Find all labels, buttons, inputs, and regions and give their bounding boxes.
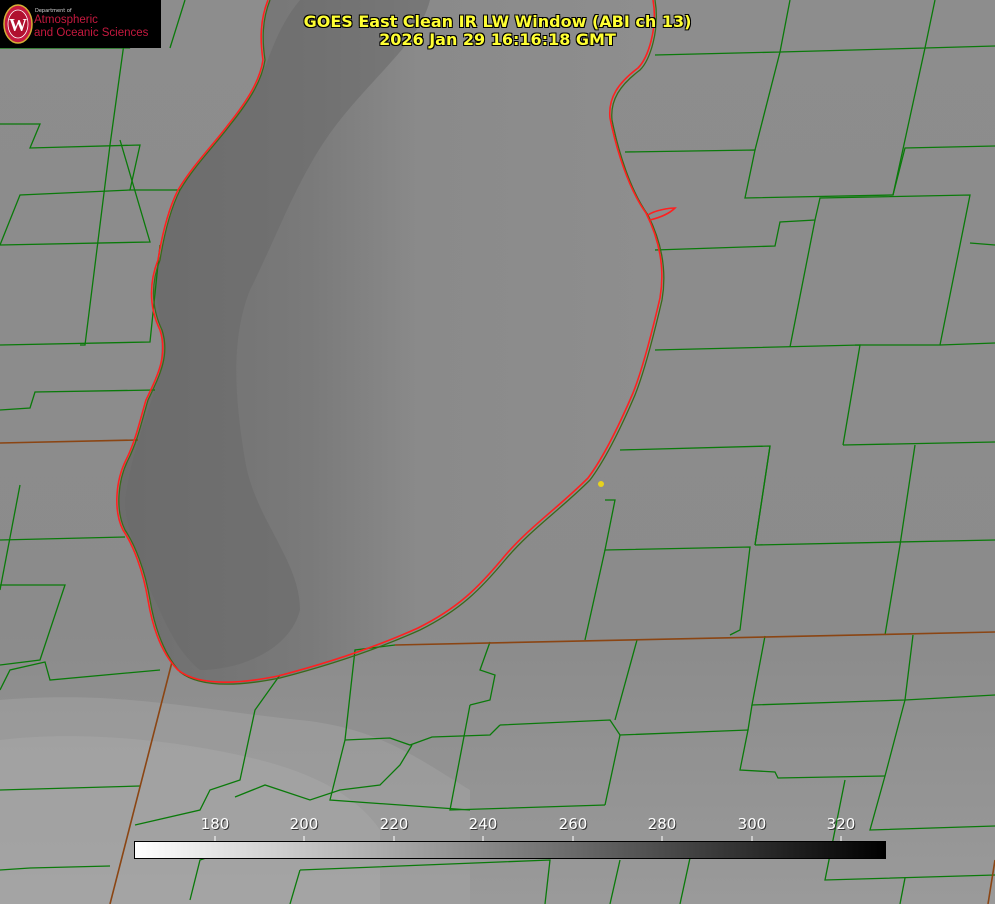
logo-line-1: Atmospheric bbox=[34, 14, 98, 26]
colorbar-tick-label: 220 bbox=[379, 815, 409, 833]
colorbar-tick-label: 240 bbox=[468, 815, 498, 833]
colorbar-tick-label: 260 bbox=[558, 815, 588, 833]
location-marker bbox=[598, 481, 604, 487]
colorbar-tick-label: 200 bbox=[289, 815, 319, 833]
satellite-image-viewer: W Department of Atmospheric and Oceanic … bbox=[0, 0, 995, 904]
colorbar-tick-label: 300 bbox=[737, 815, 767, 833]
satellite-map bbox=[0, 0, 995, 904]
logo-line-2: and Oceanic Sciences bbox=[34, 27, 149, 39]
colorbar-tick-label: 180 bbox=[200, 815, 230, 833]
temperature-colorbar bbox=[134, 841, 886, 859]
colorbar-tick-label: 320 bbox=[826, 815, 856, 833]
seal-letter: W bbox=[9, 15, 27, 35]
colorbar-tick-label: 280 bbox=[647, 815, 677, 833]
university-logo[interactable]: W Department of Atmospheric and Oceanic … bbox=[0, 0, 161, 48]
university-seal-icon: W bbox=[3, 4, 33, 44]
